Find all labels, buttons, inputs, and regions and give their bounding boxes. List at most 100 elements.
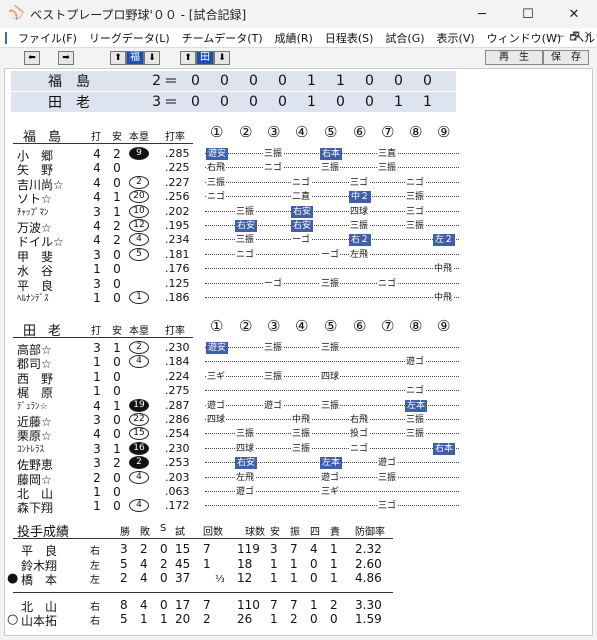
next-game-button[interactable]: ➡	[58, 51, 74, 65]
pitcher-name: 山本拓	[21, 614, 58, 628]
mdi-close-button[interactable]: ×	[584, 28, 593, 47]
batting-average: .186	[165, 291, 190, 304]
hits: 0	[113, 413, 121, 427]
team2-up-button[interactable]: ⬆	[180, 51, 196, 65]
batter-row: 北 山 1 0.063 遊ゴ 三ギ	[5, 485, 594, 501]
batter-name: ﾁｬｯﾌﾟﾏﾝ	[17, 207, 49, 218]
pitcher-hand: 左	[90, 575, 100, 586]
walks: 1	[310, 597, 318, 612]
pitcher-games: 37	[175, 571, 191, 585]
innings-pitched: 7	[203, 542, 211, 556]
at-bats: 4	[93, 147, 101, 161]
mdi-minimize-button[interactable]: －	[554, 28, 565, 47]
close-button[interactable]: ✕	[551, 0, 597, 28]
at-bat-result: 三振	[349, 220, 370, 232]
scoreboard-team-name: 福島	[48, 74, 104, 90]
hits-allowed: 1	[270, 612, 278, 626]
inning-header: ⑥	[353, 317, 367, 335]
scoreboard-inning-score: 0	[249, 94, 258, 110]
batting-column-header: 打	[91, 132, 101, 143]
scoreboard-inning-score: 0	[336, 94, 345, 110]
at-bat-result: 右安	[291, 205, 314, 218]
walks: 0	[310, 571, 318, 585]
hits: 1	[113, 341, 121, 355]
scoreboard-inning-score: 0	[249, 73, 258, 89]
team2-down-button[interactable]: ⬇	[214, 51, 230, 65]
pitcher-wins: 5	[120, 612, 128, 626]
at-bat-result: 三振	[377, 162, 398, 175]
at-bat-result: 右飛	[206, 162, 227, 175]
team1-up-button[interactable]: ⬆	[110, 51, 126, 65]
at-bat-result: 三ゴ	[377, 500, 398, 513]
team1-down-button[interactable]: ⬇	[144, 51, 160, 65]
pitcher-hand: 右	[90, 601, 100, 613]
at-bat-result: 三ギ	[320, 486, 341, 498]
hits: 0	[113, 384, 121, 399]
pitcher-hand: 右	[90, 616, 100, 627]
save-button[interactable]: 保 存	[543, 50, 589, 65]
pitcher-saves: 2	[160, 556, 168, 571]
batter-row: 吉川尚☆ 4 0 2.227 三振 ニゴ 三ゴ ニゴ	[5, 175, 594, 192]
earned-runs: 2	[330, 597, 338, 612]
scoreboard-inning-score: 0	[365, 94, 374, 110]
scoreboard-total: 2	[152, 73, 161, 89]
walks: 4	[310, 542, 318, 556]
pitching-column-header: 敗	[140, 527, 150, 538]
walks: 0	[310, 556, 318, 571]
inning-header: ②	[239, 123, 253, 141]
menu-team-data[interactable]: チームデータ(T)	[176, 30, 269, 46]
batting-average: .256	[165, 190, 190, 204]
home-run-badge: 12	[129, 219, 149, 232]
scoreboard-inning-score: 0	[220, 73, 229, 89]
home-run-badge: 19	[129, 398, 149, 412]
batter-row: ドイル☆ 4 2 4.234 三振 ーゴ 右２ 左２	[5, 233, 594, 249]
era: 2.32	[355, 542, 382, 556]
at-bat-result: 三振	[405, 428, 426, 441]
inning-header: ⑨	[437, 123, 451, 141]
batting-average: .275	[165, 384, 190, 398]
hits: 0	[113, 175, 121, 190]
batting-average: .125	[165, 276, 190, 290]
game-record-panel: 福島 2 ＝ 0 0 0 0 1 1 0 0 0 田老 3 ＝ 0 0 0 0 1 0 0 1 1 福島打安本塁 打率 ① ② ③ ④ ⑤ ⑥…	[4, 68, 593, 636]
inning-header: ②	[239, 317, 253, 335]
at-bats: 1	[93, 262, 101, 277]
at-bat-result: ニゴ	[291, 176, 312, 189]
document-icon[interactable]	[5, 31, 7, 44]
hits: 2	[113, 147, 121, 161]
batter-row: ソト☆ 4 1 20.256 ニゴ 二直 中２ 三振	[5, 190, 594, 206]
inning-header: ③	[267, 123, 281, 141]
menu-schedule[interactable]: 日程表(S)	[319, 30, 380, 46]
mdi-restore-button[interactable]: 🗗	[569, 28, 579, 47]
at-bat-result: 三ゴ	[405, 205, 426, 218]
at-bat-result: 遊ゴ	[263, 399, 284, 412]
menu-view[interactable]: 表示(V)	[431, 30, 481, 46]
era: 3.30	[355, 597, 382, 612]
hits: 0	[113, 427, 121, 442]
hits: 1	[113, 398, 121, 413]
hits: 2	[113, 233, 121, 248]
pitcher-row: 鈴木翔左 5 4 2 45 1 18 1 1 0 1 2.60	[5, 556, 594, 573]
strikeouts: 1	[290, 571, 298, 585]
minimize-button[interactable]: ─	[459, 0, 505, 28]
scoreboard-row: 田老 3 ＝ 0 0 0 0 1 0 0 1 1	[11, 92, 456, 112]
pitching-column-header: S	[160, 523, 167, 534]
menu-game[interactable]: 試合(G)	[379, 30, 430, 46]
menu-league-data[interactable]: リーグデータ(L)	[83, 30, 176, 46]
batter-row: 郡司☆ 1 0 4.184 遊ゴ	[5, 355, 594, 371]
at-bats: 1	[93, 499, 101, 514]
maximize-button[interactable]: ☐	[505, 0, 551, 28]
at-bat-result: 右本	[433, 442, 456, 455]
menu-records[interactable]: 成績(R)	[269, 30, 319, 46]
pitcher-hand: 右	[90, 546, 100, 557]
replay-button[interactable]: 再 生	[485, 50, 543, 65]
prev-game-button[interactable]: ⬅	[24, 51, 40, 65]
inning-header: ⑧	[409, 123, 423, 141]
menu-file[interactable]: ファイル(F)	[12, 30, 83, 46]
at-bat-result: 中２	[349, 191, 372, 204]
at-bat-result: 三振	[263, 370, 284, 383]
home-run-badge: 4	[129, 355, 149, 369]
batting-column-header: 本塁	[129, 132, 149, 143]
at-bat-result: ーゴ	[291, 234, 312, 247]
batter-row: 矢 野 4 0.225 右飛 ニゴ 三振 三振	[5, 161, 594, 177]
hits-allowed: 1	[270, 556, 278, 571]
